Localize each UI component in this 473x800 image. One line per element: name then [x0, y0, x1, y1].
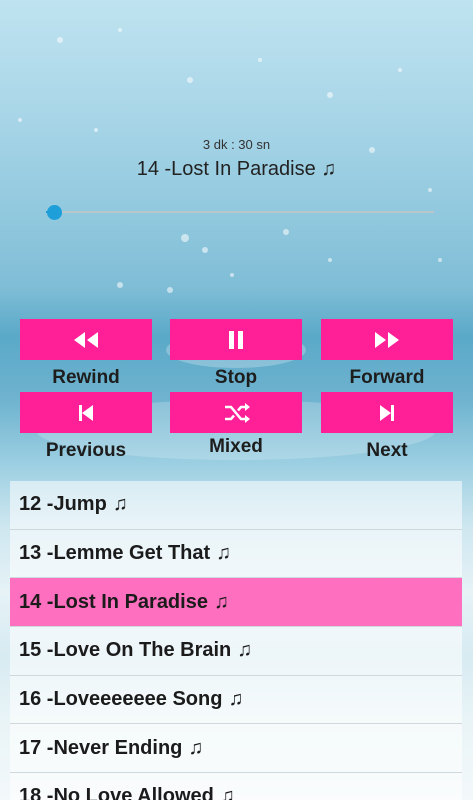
- skip-next-icon: [380, 404, 394, 421]
- song-title: 16 -Loveeeeeee Song: [19, 688, 223, 711]
- skip-previous-icon: [79, 404, 93, 421]
- playlist-item[interactable]: 12 -Jump ♫: [10, 481, 462, 530]
- rewind-icon: [74, 331, 98, 348]
- playlist-item[interactable]: 15 -Love On The Brain ♫: [10, 627, 462, 676]
- song-title: 13 -Lemme Get That: [19, 542, 211, 565]
- playlist-item[interactable]: 13 -Lemme Get That ♫: [10, 529, 462, 579]
- shuffle-icon: [225, 402, 250, 423]
- previous-button[interactable]: [20, 392, 152, 433]
- forward-label: Forward: [349, 367, 425, 388]
- song-title: 15 -Love On The Brain: [19, 639, 232, 662]
- elapsed-time: 3 dk : 30 sn: [202, 137, 271, 152]
- pause-icon: [229, 330, 243, 349]
- stop-label: Stop: [214, 367, 258, 388]
- rewind-button[interactable]: [20, 319, 152, 360]
- previous-label: Previous: [45, 440, 127, 461]
- song-title: 18 -No Love Allowed: [19, 785, 214, 800]
- music-note-icon: ♫: [228, 688, 244, 711]
- music-note-icon: ♫: [112, 493, 128, 516]
- playlist-item-active[interactable]: 14 -Lost In Paradise ♫: [10, 578, 462, 628]
- playlist-item[interactable]: 16 -Loveeeeeee Song ♫: [10, 675, 462, 725]
- playlist-item[interactable]: 18 -No Love Allowed ♫: [10, 773, 462, 800]
- song-title: 17 -Never Ending: [19, 736, 183, 759]
- song-title: 12 -Jump: [19, 493, 107, 516]
- music-note-icon: ♫: [219, 785, 235, 800]
- mixed-button[interactable]: [170, 392, 302, 433]
- playlist[interactable]: 12 -Jump ♫ 13 -Lemme Get That ♫ 14 -Lost…: [10, 481, 462, 800]
- music-note-icon: ♫: [188, 736, 204, 759]
- fast-forward-icon: [375, 331, 399, 348]
- playlist-item[interactable]: 17 -Never Ending ♫: [10, 724, 462, 774]
- rewind-label: Rewind: [52, 367, 120, 388]
- music-note-icon: ♫: [237, 639, 253, 662]
- forward-button[interactable]: [321, 319, 453, 360]
- seek-bar-thumb[interactable]: [46, 205, 62, 220]
- stop-button[interactable]: [170, 319, 302, 360]
- mixed-label: Mixed: [209, 436, 263, 457]
- next-button[interactable]: [321, 392, 453, 433]
- now-playing-title: 14 -Lost In Paradise ♫: [136, 158, 337, 180]
- music-note-icon: ♫: [216, 542, 232, 565]
- next-label: Next: [366, 440, 408, 461]
- song-title: 14 -Lost In Paradise: [19, 590, 208, 613]
- music-note-icon: ♫: [213, 590, 229, 613]
- seek-bar-track[interactable]: [46, 211, 434, 213]
